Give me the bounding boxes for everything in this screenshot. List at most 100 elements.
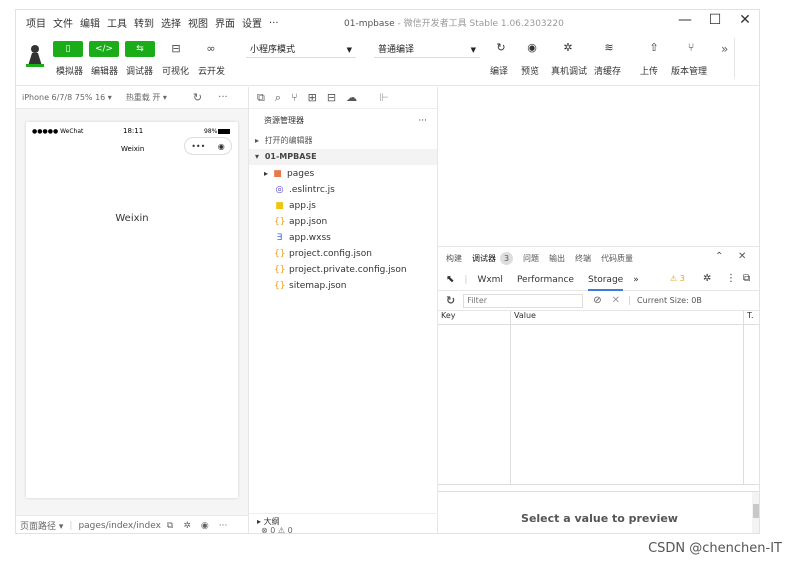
block-icon[interactable]: ⊘ [593, 295, 601, 306]
more-icon[interactable]: ··· [418, 109, 427, 133]
capsule-close-icon[interactable]: ◉ [218, 142, 225, 151]
warning-count[interactable]: ⚠ 3 [670, 274, 685, 283]
files-icon[interactable]: ⧉ [257, 91, 265, 105]
problems-count[interactable]: ⊗ 0 ⚠ 0 [261, 526, 293, 533]
menu-item[interactable]: 工具 [107, 15, 127, 30]
debugger-tab[interactable]: 代码质量 [601, 253, 633, 264]
menu-item[interactable]: 文件 [53, 15, 73, 30]
devtools-tab-storage[interactable]: Storage [587, 275, 624, 291]
kebab-menu-icon[interactable]: ⋮ [726, 273, 736, 284]
clear-cache-icon[interactable]: ≋ [597, 41, 621, 54]
menu-item[interactable]: 界面 [215, 15, 235, 30]
scrollbar-thumb[interactable] [753, 504, 759, 518]
preview-button[interactable]: 预览 [521, 64, 539, 77]
open-editors-section[interactable]: ▸ 打开的编辑器 [249, 133, 437, 149]
devtools-tab-wxml[interactable]: Wxml [477, 275, 503, 285]
refresh-icon[interactable]: ↻ [446, 294, 455, 307]
page-path[interactable]: pages/index/index [78, 521, 160, 531]
version-button[interactable]: 版本管理 [671, 64, 707, 77]
toolbar-simulator-icon[interactable]: ▯ [53, 41, 83, 57]
hot-reload-select[interactable]: 热重载 开 ▾ [126, 92, 167, 103]
debugger-tab[interactable]: 终端 [575, 253, 591, 264]
debugger-tab[interactable]: 问题 [523, 253, 539, 264]
column-key[interactable]: Key [438, 311, 511, 324]
project-section[interactable]: ▾ 01-MPBASE [249, 149, 437, 165]
file-tree-item[interactable]: {} app.json [249, 214, 437, 230]
inspect-icon[interactable]: ⬉ [446, 274, 454, 285]
toolbar-editor-label[interactable]: 编辑器 [91, 64, 118, 77]
upload-button[interactable]: 上传 [640, 64, 658, 77]
file-tree-item[interactable]: ∃ app.wxss [249, 230, 437, 246]
clear-icon[interactable]: ✕ [612, 295, 620, 306]
explorer-panel: ⧉ ⌕ ⑂ ⊞ ⊟ ☁ ⊩ 资源管理器 ··· ▸ 打开的编辑器 ▾ 01-MP… [248, 87, 439, 533]
file-tree-item[interactable]: {} sitemap.json [249, 278, 437, 294]
page-path-label[interactable]: 页面路径 ▾ [20, 519, 63, 532]
more-icon[interactable]: ··· [218, 92, 228, 103]
preview-icon[interactable]: ◉ [201, 521, 209, 531]
capsule-menu[interactable]: ••• ◉ [184, 137, 232, 155]
menu-item[interactable]: 选择 [161, 15, 181, 30]
more-tabs-icon[interactable]: » [633, 275, 639, 285]
toolbar-debugger-label[interactable]: 调试器 [126, 64, 153, 77]
device-select[interactable]: iPhone 6/7/8 75% 16 ▾ [22, 93, 112, 102]
compile-button[interactable]: 编译 [490, 64, 508, 77]
preview-icon[interactable]: ◉ [520, 41, 544, 54]
version-icon[interactable]: ⑂ [679, 41, 703, 54]
search-icon[interactable]: ⌕ [275, 91, 281, 105]
mode-select[interactable]: 小程序模式 ▼ [246, 42, 356, 58]
file-tree-item[interactable]: ▸ ■ pages [249, 166, 437, 182]
capsule-more-icon[interactable]: ••• [191, 142, 205, 151]
debugger-tab[interactable]: 调试器 [472, 253, 496, 264]
toolbar-editor-icon[interactable]: </> [89, 41, 119, 57]
source-control-icon[interactable]: ⑂ [291, 91, 298, 104]
column-type[interactable]: T. [744, 311, 759, 324]
cloud-icon[interactable]: ☁ [346, 91, 357, 104]
filter-input[interactable] [463, 293, 584, 308]
upload-icon[interactable]: ⇧ [642, 41, 666, 54]
dock-icon[interactable]: ⧉ [743, 273, 750, 284]
file-tree-item[interactable]: {} project.private.config.json [249, 262, 437, 278]
debugger-tab[interactable]: 输出 [549, 253, 565, 264]
extensions-icon[interactable]: ⊞ [308, 91, 317, 104]
menu-item[interactable]: 转到 [134, 15, 154, 30]
toolbar-visual-icon[interactable]: ⊟ [163, 41, 189, 57]
menu-item[interactable]: 编辑 [80, 15, 100, 30]
remote-debug-button[interactable]: 真机调试 [551, 64, 587, 77]
toolbar-debugger-icon[interactable]: ⇆ [125, 41, 155, 57]
menu-item[interactable]: 项目 [26, 15, 46, 30]
toolbar-more-icon[interactable]: » [721, 42, 728, 56]
preview-scrollbar[interactable] [752, 492, 759, 533]
file-tree-item[interactable]: ◎ .eslintrc.js [249, 182, 437, 198]
remote-debug-icon[interactable]: ✲ [556, 41, 580, 54]
toolbar-visual-label[interactable]: 可视化 [162, 64, 189, 77]
menu-item[interactable]: 设置 [242, 15, 262, 30]
collapse-icon[interactable]: ⌃ [715, 251, 723, 262]
devtools-tab-performance[interactable]: Performance [517, 275, 574, 285]
maximize-icon[interactable]: ☐ [707, 12, 723, 28]
settings-icon[interactable]: ✲ [183, 521, 191, 531]
toolbar-simulator-label[interactable]: 模拟器 [56, 64, 83, 77]
menu-item[interactable]: 视图 [188, 15, 208, 30]
refresh-icon[interactable]: ↻ [193, 91, 202, 104]
column-value[interactable]: Value [511, 311, 744, 324]
debug-icon[interactable]: ⊟ [327, 91, 336, 104]
debugger-tab[interactable]: 构建 [446, 253, 462, 264]
settings-icon[interactable]: ✲ [703, 273, 711, 284]
storage-table-body[interactable] [438, 325, 759, 485]
phone-screen[interactable]: ●●●●● WeChat 18:11 98% Weixin ••• ◉ Weix… [26, 122, 238, 498]
compile-select[interactable]: 普通编译 ▼ [374, 42, 480, 58]
minimize-icon[interactable]: — [677, 12, 693, 28]
close-icon[interactable]: ✕ [737, 12, 753, 28]
split-icon[interactable]: ⊩ [379, 91, 389, 104]
avatar[interactable] [24, 42, 46, 68]
close-icon[interactable]: ✕ [738, 251, 746, 262]
compile-icon[interactable]: ↻ [489, 41, 513, 54]
file-tree-item[interactable]: {} project.config.json [249, 246, 437, 262]
toolbar-cloud-label[interactable]: 云开发 [198, 64, 225, 77]
more-icon[interactable]: ··· [219, 521, 228, 531]
file-tree-item[interactable]: ■ app.js [249, 198, 437, 214]
menu-item[interactable]: ... [269, 15, 279, 30]
toolbar-cloud-icon[interactable]: ∞ [198, 41, 224, 57]
clear-cache-button[interactable]: 清缓存 [594, 64, 621, 77]
copy-icon[interactable]: ⧉ [167, 521, 173, 531]
